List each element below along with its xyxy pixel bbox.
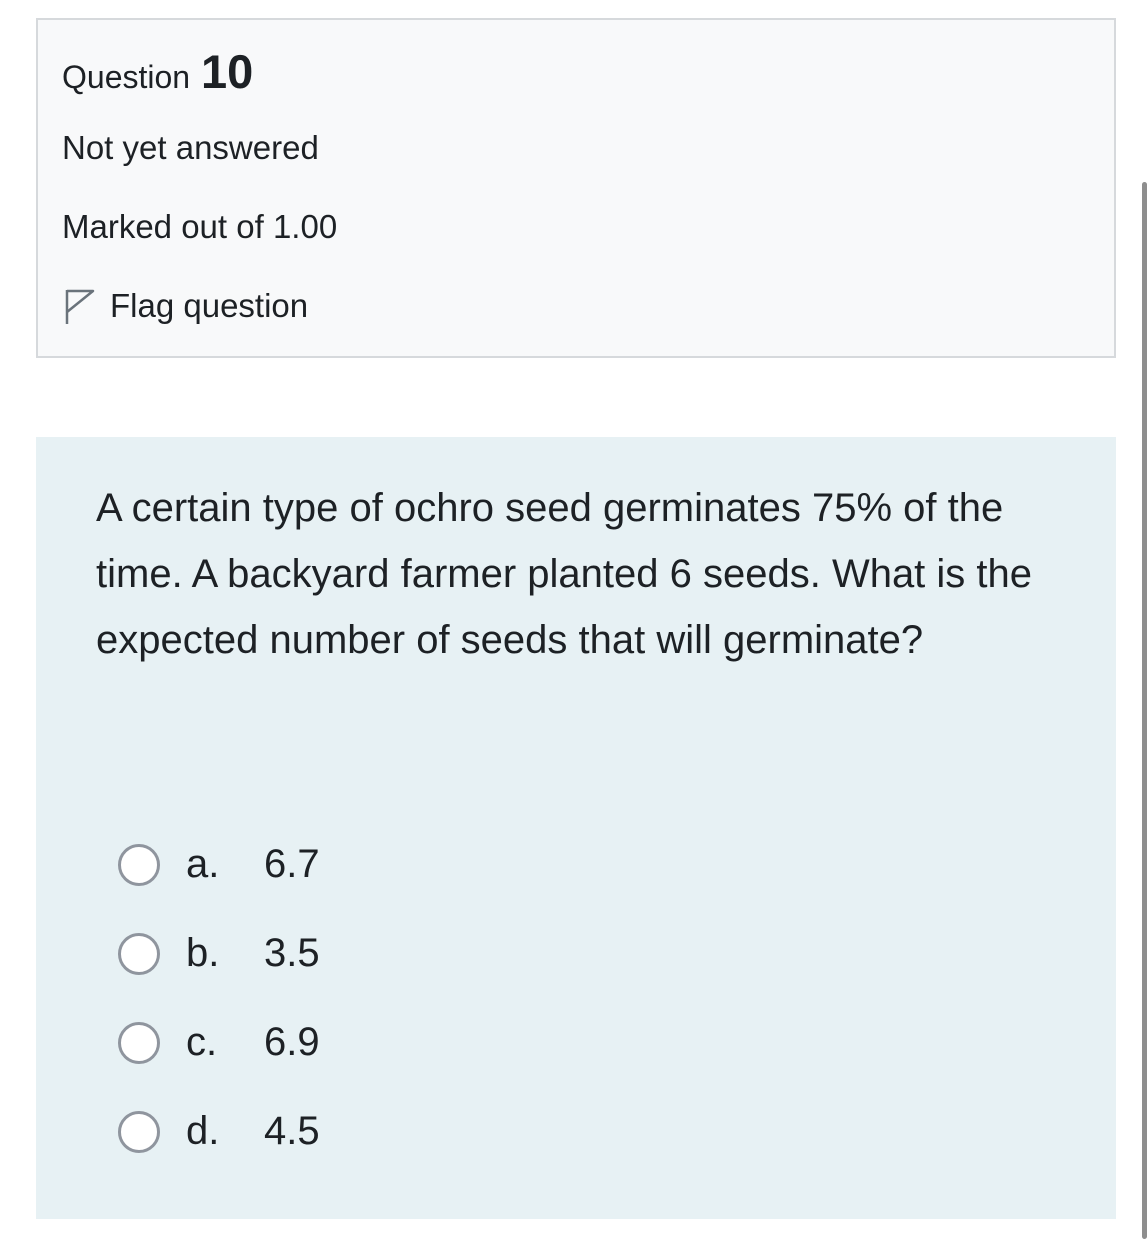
scrollbar[interactable] (1142, 182, 1147, 1239)
flag-question-label: Flag question (110, 287, 309, 324)
question-number: Question 10 (62, 46, 253, 103)
option-letter: d. (186, 1109, 220, 1153)
option-text: 6.9 (264, 1020, 320, 1064)
question-formulation: A certain type of ochro seed germinates … (36, 437, 1116, 1219)
answer-option-c[interactable]: c. 6.9 (118, 998, 320, 1087)
answer-options: a. 6.7 b. 3.5 c. 6.9 d. 4.5 (118, 820, 320, 1176)
flag-question-link[interactable]: Flag question (62, 284, 308, 328)
option-letter: b. (186, 931, 220, 975)
radio-button[interactable] (118, 843, 160, 886)
question-grade: Marked out of 1.00 (62, 208, 338, 245)
answer-option-b[interactable]: b. 3.5 (118, 909, 320, 998)
question-label: Question (62, 59, 191, 95)
option-text: 6.7 (264, 842, 320, 886)
answer-option-a[interactable]: a. 6.7 (118, 820, 320, 909)
question-number-value: 10 (200, 45, 254, 98)
option-text: 3.5 (264, 931, 320, 975)
option-text: 4.5 (264, 1109, 320, 1153)
radio-button[interactable] (118, 1021, 160, 1064)
radio-button[interactable] (118, 1110, 160, 1153)
option-letter: c. (186, 1020, 218, 1064)
flag-outline-icon (65, 289, 95, 324)
radio-button[interactable] (118, 932, 160, 975)
question-text: A certain type of ochro seed germinates … (96, 486, 1033, 662)
question-info-panel: Question 10 Not yet answered Marked out … (36, 18, 1116, 358)
answer-option-d[interactable]: d. 4.5 (118, 1087, 320, 1176)
question-state: Not yet answered (62, 129, 319, 166)
option-letter: a. (186, 842, 220, 886)
